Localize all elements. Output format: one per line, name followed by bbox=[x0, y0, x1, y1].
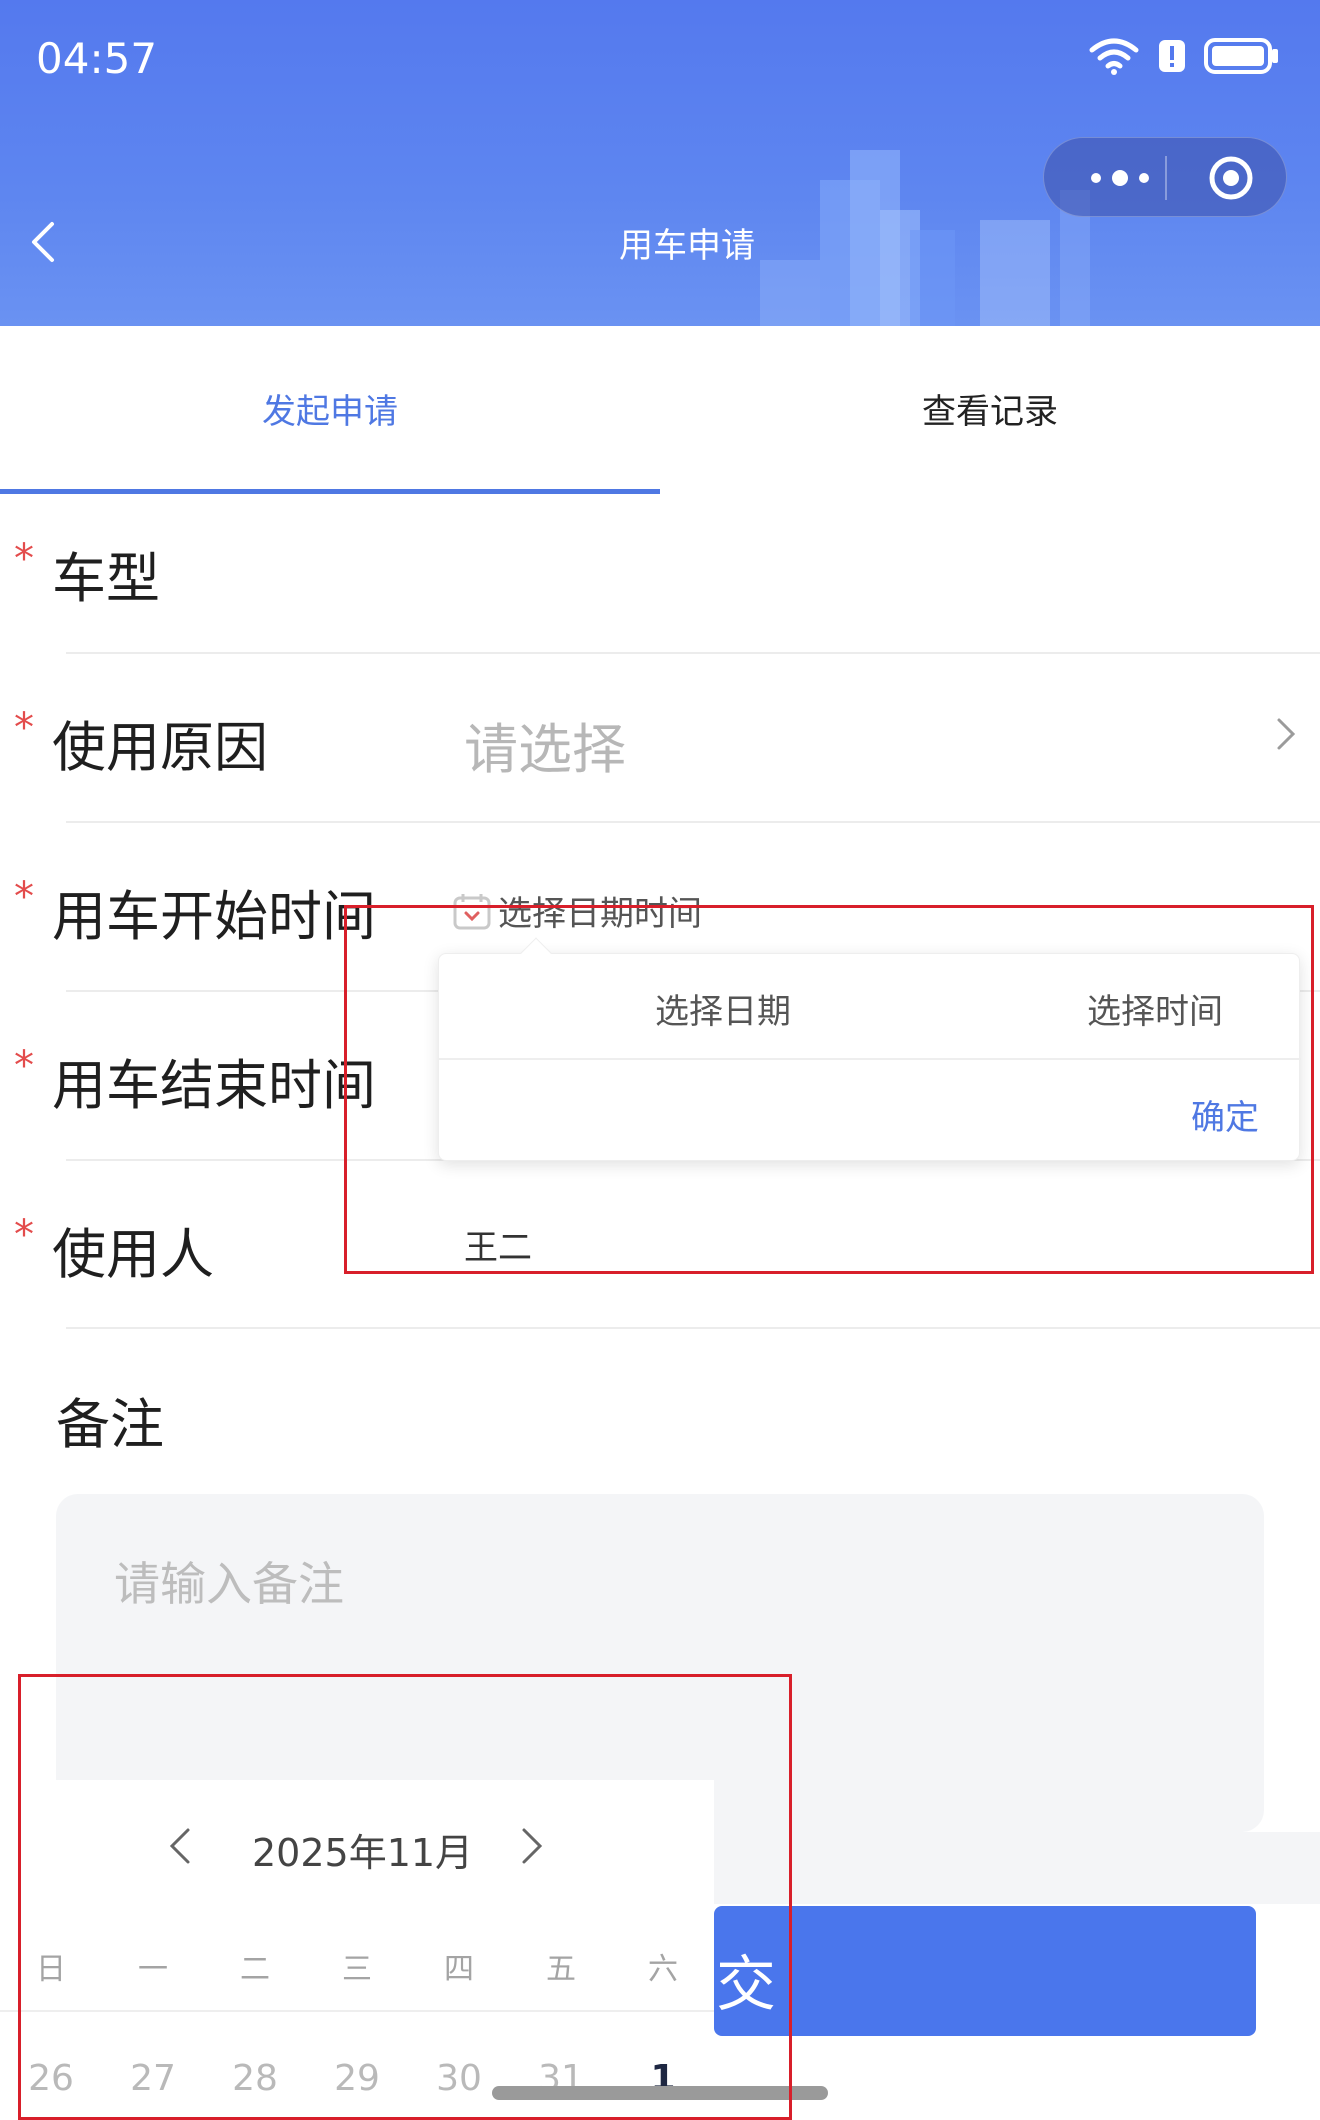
status-icons bbox=[1088, 36, 1280, 76]
required-mark: * bbox=[14, 536, 34, 582]
user-label: 使用人 bbox=[52, 1223, 214, 1286]
bottom-strip bbox=[714, 1832, 1320, 1904]
divider bbox=[66, 1327, 1320, 1329]
annotation-box-calendar bbox=[18, 1674, 792, 2120]
status-time: 04:57 bbox=[36, 34, 158, 83]
start-time-label: 用车开始时间 bbox=[52, 885, 376, 948]
remark-placeholder: 请输入备注 bbox=[114, 1557, 344, 1611]
vehicle-type-label: 车型 bbox=[52, 547, 160, 610]
alert-icon bbox=[1159, 40, 1185, 72]
required-mark: * bbox=[14, 1043, 34, 1089]
remark-label: 备注 bbox=[56, 1393, 164, 1456]
tab-bar: 发起申请 查看记录 bbox=[0, 326, 1320, 494]
tab-records[interactable]: 查看记录 bbox=[660, 384, 1320, 433]
chevron-right-icon bbox=[1277, 718, 1296, 750]
annotation-box-datetime-popover bbox=[344, 905, 1314, 1274]
page-title: 用车申请 bbox=[619, 226, 755, 266]
more-icon[interactable] bbox=[1074, 138, 1166, 218]
wifi-icon bbox=[1089, 38, 1139, 75]
miniprogram-capsule bbox=[1043, 137, 1287, 217]
capsule-separator bbox=[1165, 156, 1167, 200]
form-row-vehicle-type[interactable]: * 车型 bbox=[0, 494, 1320, 662]
reason-select[interactable]: 请选择 bbox=[464, 705, 626, 784]
form-row-reason[interactable]: * 使用原因 请选择 bbox=[0, 663, 1320, 831]
required-mark: * bbox=[14, 874, 34, 920]
reason-label: 使用原因 bbox=[52, 716, 268, 779]
required-mark: * bbox=[14, 705, 34, 751]
end-time-label: 用车结束时间 bbox=[52, 1054, 376, 1117]
divider bbox=[66, 652, 1320, 654]
submit-button[interactable] bbox=[714, 1906, 1256, 2036]
battery-icon bbox=[1204, 38, 1278, 74]
app-header: 04:57 用车申请 bbox=[0, 0, 1320, 326]
divider bbox=[66, 821, 1320, 823]
required-mark: * bbox=[14, 1212, 34, 1258]
tab-apply[interactable]: 发起申请 bbox=[0, 384, 660, 433]
close-miniprogram-icon[interactable] bbox=[1174, 138, 1288, 218]
